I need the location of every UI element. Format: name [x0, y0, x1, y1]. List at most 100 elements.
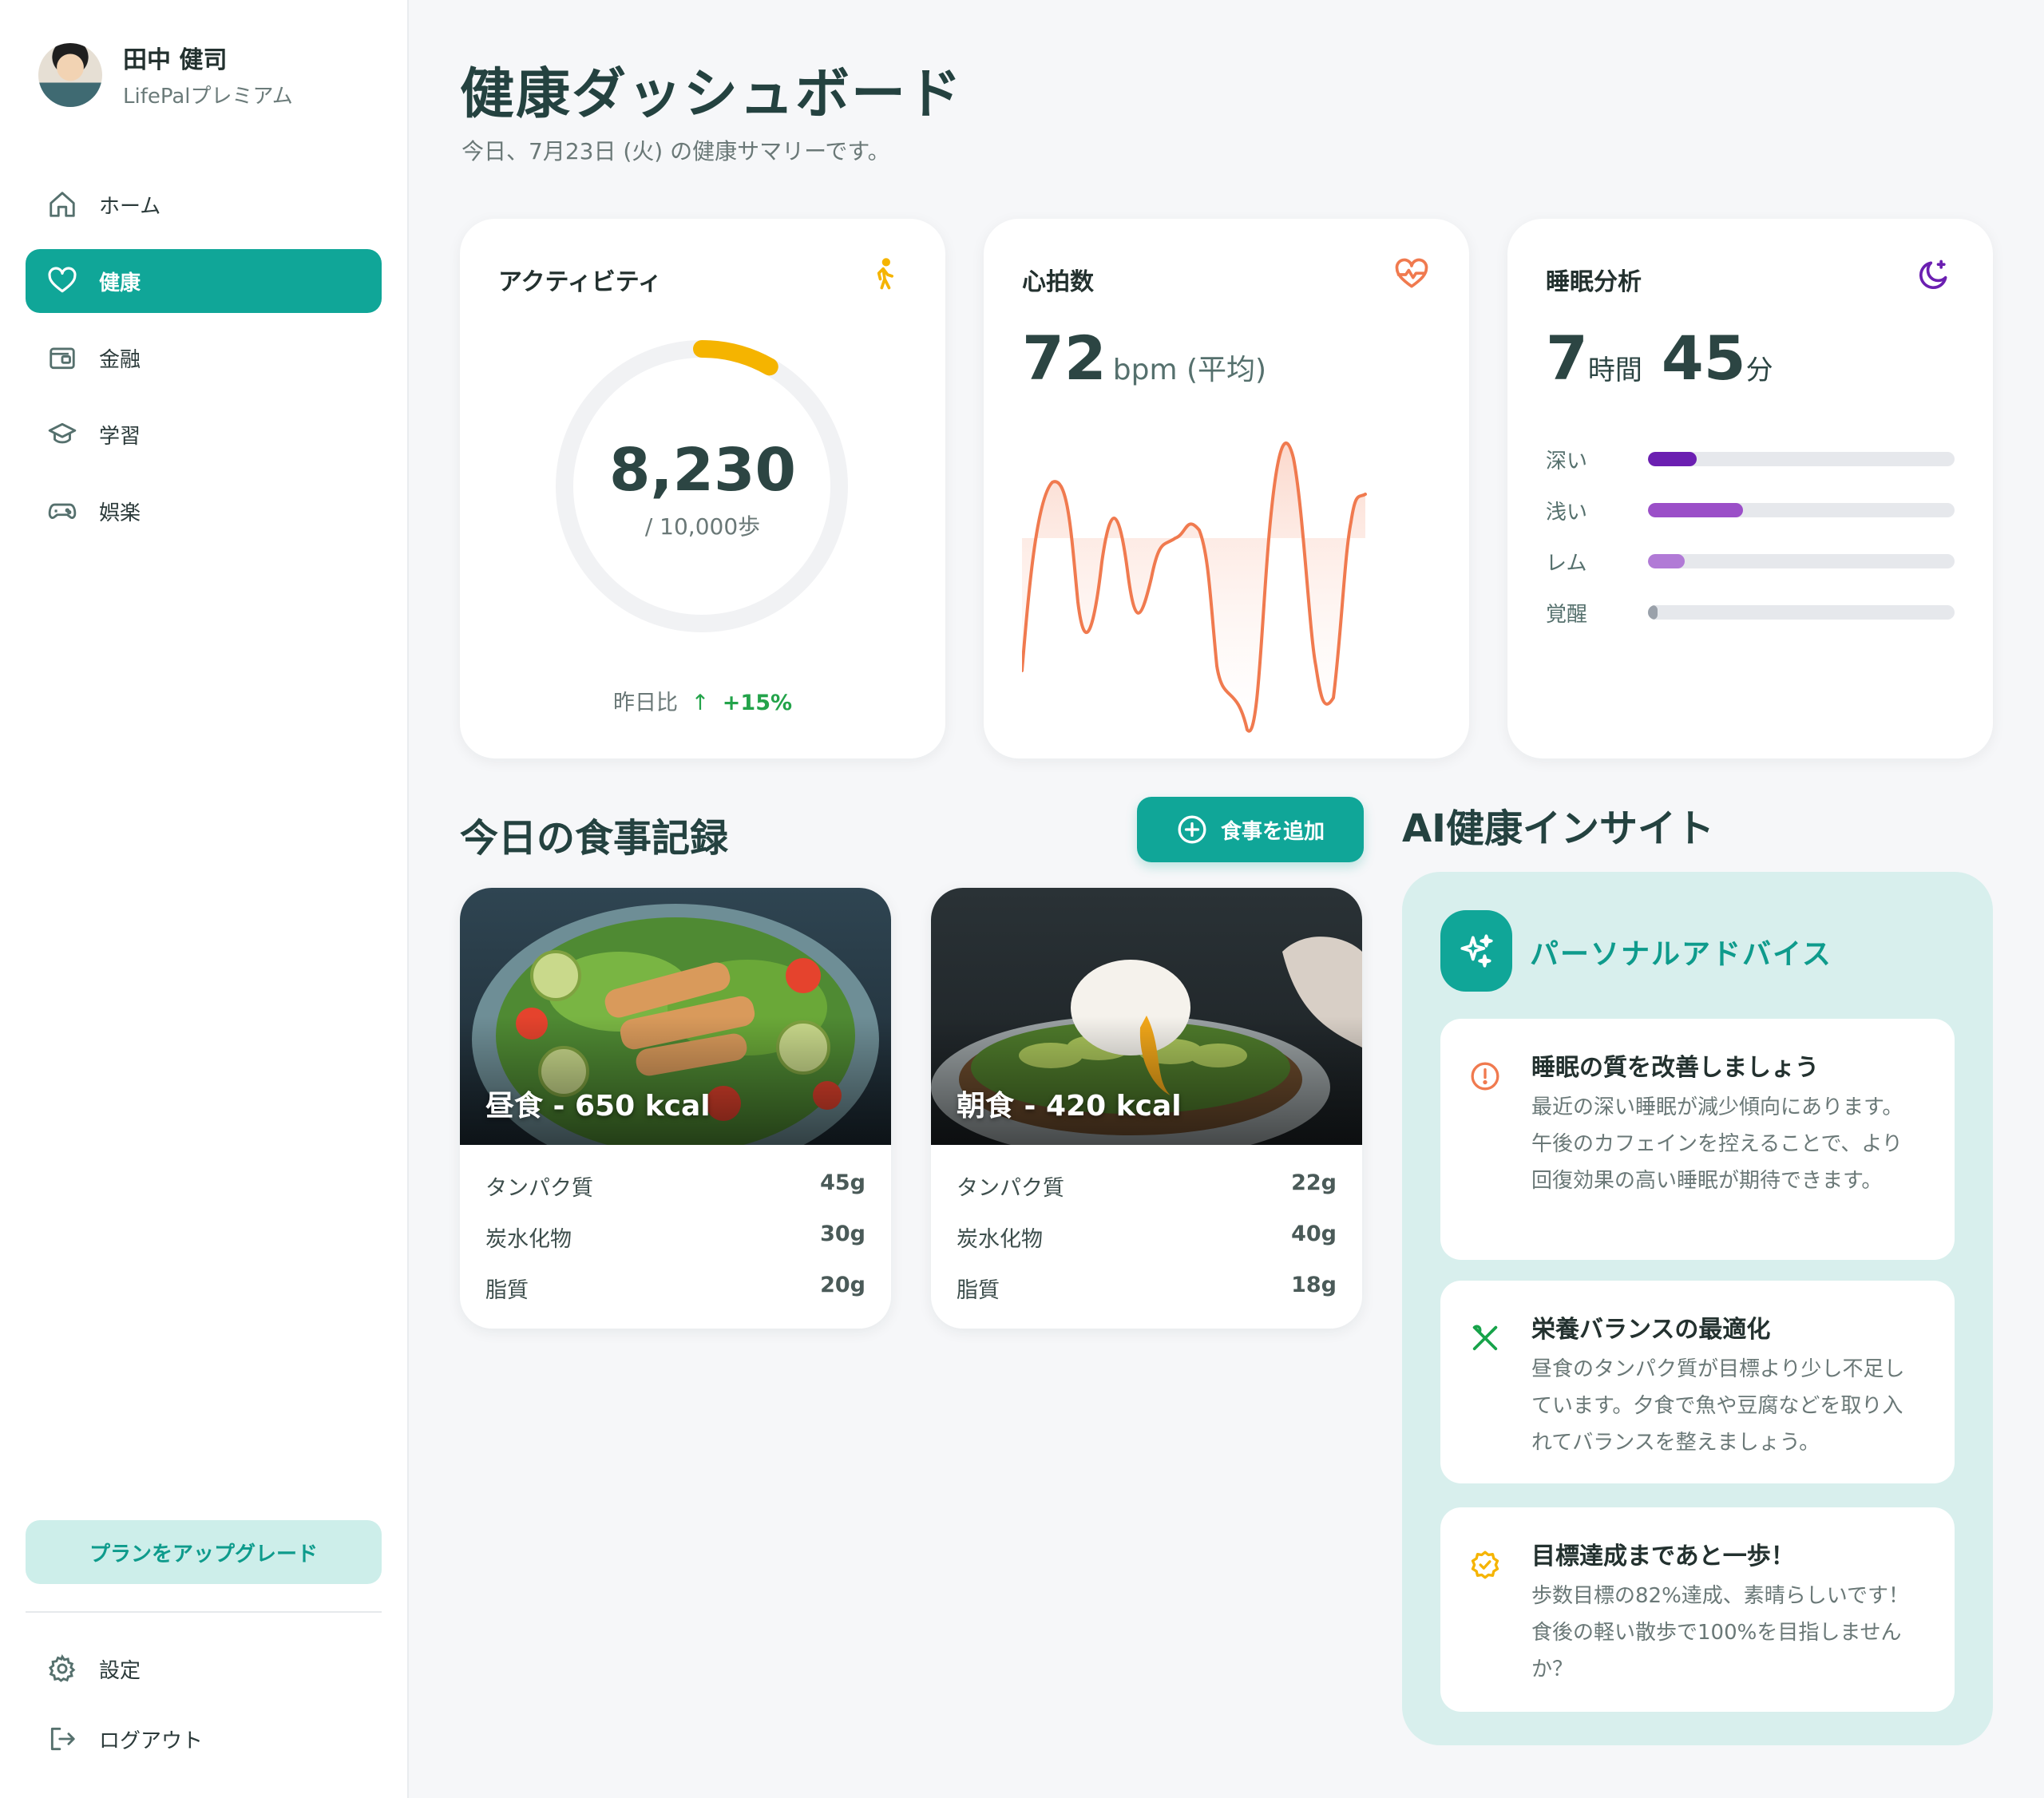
macro-value: 20g	[820, 1273, 866, 1297]
add-meal-label: 食事を追加	[1220, 819, 1325, 844]
nav-label-home: ホーム	[99, 194, 161, 219]
heart-rate-title: 心拍数	[1022, 268, 1094, 296]
sleep-stage-light: 浅い	[1546, 498, 1955, 525]
user-name: 田中 健司	[123, 46, 228, 74]
page-subtitle: 今日、7月23日 (火) の健康サマリーです。	[461, 138, 890, 164]
macro-name: 脂質	[485, 1278, 529, 1303]
heart-rate-area	[1022, 442, 1365, 731]
sidebar-divider	[26, 1611, 382, 1613]
nav-label-finance: 金融	[99, 347, 141, 372]
heart-icon	[46, 265, 78, 297]
nav-item-home[interactable]: ホーム	[26, 172, 382, 236]
sleep-stage-awake: 覚醒	[1546, 600, 1955, 627]
activity-card: アクティビティ 8,230 / 10,000歩 昨日比 ↑ +15%	[460, 219, 945, 758]
macro-row: 脂質 18g	[957, 1273, 1337, 1304]
macro-name: 脂質	[957, 1278, 1000, 1303]
sleep-title: 睡眠分析	[1546, 268, 1642, 296]
sleep-minutes: 45	[1661, 323, 1746, 394]
alert-circle-icon	[1471, 1062, 1499, 1091]
nav-label-logout: ログアウト	[99, 1729, 204, 1753]
sleep-hours: 7	[1546, 323, 1588, 394]
macro-value: 22g	[1291, 1170, 1337, 1195]
macro-name: 炭水化物	[485, 1227, 572, 1252]
insight-body: 最近の深い睡眠が減少傾向にあります。午後のカフェインを控えることで、より回復効果…	[1531, 1095, 1903, 1193]
sleep-stage-label: 覚醒	[1546, 602, 1588, 627]
home-icon	[46, 188, 78, 220]
plus-circle-icon	[1178, 815, 1206, 844]
activity-title: アクティビティ	[498, 268, 662, 296]
meals-section-title: 今日の食事記録	[460, 816, 729, 861]
sleep-hours-unit: 時間	[1587, 354, 1642, 386]
heart-rate-card: 心拍数 72 bpm (平均)	[984, 219, 1469, 758]
nav-item-health[interactable]: 健康	[26, 249, 382, 313]
main-nav: ホーム 健康 金融 学習 娯楽	[26, 172, 382, 556]
insight-title: 睡眠の質を改善しましょう	[1531, 1054, 1819, 1082]
nav-item-entertainment[interactable]: 娯楽	[26, 479, 382, 543]
badge-check-icon	[1471, 1550, 1499, 1579]
macro-name: タンパク質	[485, 1176, 593, 1201]
sleep-stage-bar	[1648, 554, 1686, 568]
user-profile[interactable]: 田中 健司 LifePalプレミアム	[38, 40, 293, 109]
gear-icon	[46, 1653, 78, 1685]
nav-item-settings[interactable]: 設定	[26, 1637, 382, 1701]
ai-section-title: AI健康インサイト	[1402, 806, 1715, 851]
insight-body: 昼食のタンパク質が目標より少し不足しています。夕食で魚や豆腐などを取り入れてバラ…	[1531, 1357, 1905, 1455]
add-meal-button[interactable]: 食事を追加	[1137, 797, 1364, 862]
upgrade-plan-button[interactable]: プランをアップグレード	[26, 1520, 382, 1584]
nav-label-settings: 設定	[99, 1658, 141, 1683]
insight-card[interactable]: 睡眠の質を改善しましょう 最近の深い睡眠が減少傾向にあります。午後のカフェインを…	[1440, 1019, 1955, 1260]
ai-header: パーソナルアドバイス	[1530, 938, 1832, 971]
sleep-stage-rem: レム	[1546, 549, 1955, 576]
sleep-minutes-unit: 分	[1745, 354, 1773, 386]
logout-icon	[46, 1723, 78, 1755]
sleep-stage-deep: 深い	[1546, 447, 1955, 473]
compare-label: 昨日比	[612, 691, 678, 715]
sleep-stage-label: 浅い	[1546, 500, 1588, 525]
sleep-stage-label: 深い	[1546, 449, 1588, 473]
graduation-cap-icon	[46, 418, 78, 450]
nav-label-learning: 学習	[99, 424, 141, 449]
meal-caption: 昼食 - 650 kcal	[485, 1090, 711, 1123]
insight-title: 栄養バランスの最適化	[1531, 1316, 1771, 1344]
sleep-stage-bar	[1648, 452, 1697, 466]
insight-title: 目標達成まであと一歩！	[1531, 1543, 1795, 1570]
nav-item-logout[interactable]: ログアウト	[26, 1707, 382, 1771]
steps-goal: / 10,000歩	[644, 513, 761, 540]
nav-label-entertainment: 娯楽	[99, 501, 141, 525]
arrow-up-icon: ↑	[691, 691, 710, 715]
sleep-card: 睡眠分析 7時間 45分 深い 浅い レム 覚醒	[1507, 219, 1993, 758]
nav-item-finance[interactable]: 金融	[26, 326, 382, 390]
sleep-stage-bar	[1648, 605, 1658, 620]
sparkles-icon	[1440, 910, 1512, 992]
macro-value: 40g	[1291, 1222, 1337, 1246]
heart-rate-value: 72 bpm (平均)	[1022, 323, 1266, 394]
wallet-icon	[46, 342, 78, 374]
heart-rate-number: 72	[1022, 323, 1107, 394]
nav-item-learning[interactable]: 学習	[26, 402, 382, 466]
steps-count: 8,230	[608, 436, 797, 505]
meal-caption: 朝食 - 420 kcal	[957, 1090, 1182, 1123]
user-plan: LifePalプレミアム	[123, 85, 293, 109]
sleep-stage-bar	[1648, 503, 1744, 517]
macro-name: 炭水化物	[957, 1227, 1043, 1252]
meal-card-lunch[interactable]: 昼食 - 650 kcal タンパク質 45g 炭水化物 30g 脂質 20g	[460, 888, 891, 1329]
macro-row: 炭水化物 30g	[485, 1222, 866, 1253]
macro-row: 脂質 20g	[485, 1273, 866, 1304]
avatar	[38, 42, 102, 107]
macro-value: 18g	[1291, 1273, 1337, 1297]
meal-card-breakfast[interactable]: 朝食 - 420 kcal タンパク質 22g 炭水化物 40g 脂質 18g	[931, 888, 1362, 1329]
macro-row: 炭水化物 40g	[957, 1222, 1337, 1253]
heart-rate-chart	[1022, 442, 1367, 733]
moon-star-icon	[1919, 259, 1947, 289]
macro-name: タンパク質	[957, 1176, 1064, 1201]
insight-card[interactable]: 目標達成まであと一歩！ 歩数目標の82%達成、素晴らしいです！食後の軽い散歩で1…	[1440, 1507, 1955, 1712]
insight-card[interactable]: 栄養バランスの最適化 昼食のタンパク質が目標より少し不足しています。夕食で魚や豆…	[1440, 1281, 1955, 1483]
utensils-icon	[1472, 1325, 1498, 1351]
nav-label-health: 健康	[99, 271, 141, 295]
heart-pulse-icon	[1395, 258, 1428, 288]
walking-icon	[877, 258, 893, 290]
page-title: 健康ダッシュボード	[460, 63, 964, 126]
macro-value: 30g	[820, 1222, 866, 1246]
gamepad-icon	[46, 495, 78, 527]
macro-row: タンパク質 45g	[485, 1170, 866, 1202]
